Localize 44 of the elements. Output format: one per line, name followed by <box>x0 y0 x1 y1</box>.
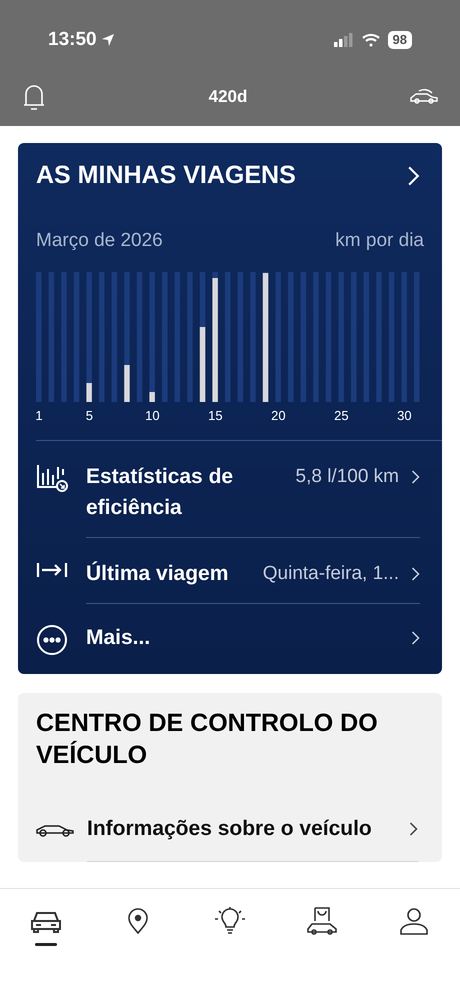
bar-track <box>212 272 218 278</box>
light-bulb-icon <box>214 907 246 935</box>
chevron-right-icon <box>411 469 420 485</box>
month-label: Março de 2026 <box>36 228 163 252</box>
trip-row[interactable]: Mais... <box>36 604 442 674</box>
day-label: 10 <box>145 407 160 425</box>
row-value: Quinta-feira, 1... <box>262 562 399 586</box>
location-arrow-icon <box>100 33 115 48</box>
day-label: 25 <box>334 407 349 425</box>
day-label: 20 <box>271 407 286 425</box>
trip-row[interactable]: Estatísticas de eficiência 5,8 l/100 km <box>36 441 442 538</box>
row-label: Última viagem <box>86 560 230 587</box>
bar-chart-icon <box>36 463 68 493</box>
day-label: 5 <box>86 407 93 425</box>
day-label: 1 <box>35 407 43 425</box>
unit-label: km por dia <box>335 228 424 252</box>
row-label: Mais... <box>86 625 152 651</box>
control-row[interactable]: Informações sobre o veículo <box>36 797 442 862</box>
notification-bell-icon[interactable] <box>22 82 46 110</box>
card-title: AS MINHAS VIAGENS <box>36 160 296 191</box>
person-icon <box>398 907 430 935</box>
day-label: 15 <box>208 407 223 425</box>
battery-indicator: 98 <box>388 31 412 50</box>
arrow-to-line-icon <box>36 560 68 580</box>
row-value: 5,8 l/100 km <box>296 465 399 489</box>
car-side-icon[interactable] <box>410 88 438 106</box>
chevron-right-icon <box>411 566 420 582</box>
chart-bar <box>86 383 92 402</box>
row-label: Estatísticas de eficiência <box>86 464 234 521</box>
more-icon <box>36 624 68 656</box>
chevron-right-icon <box>407 164 420 187</box>
chevron-right-icon <box>409 820 418 837</box>
shopping-bag-car-icon <box>306 907 338 935</box>
day-label: 30 <box>397 407 412 425</box>
wifi-icon <box>362 33 380 48</box>
chart-bar <box>124 365 130 402</box>
chevron-right-icon <box>411 630 420 646</box>
status-time: 13:50 <box>48 28 97 52</box>
vehicle-title: 420d <box>208 86 248 108</box>
chart-bar <box>149 392 155 402</box>
cellular-signal-icon <box>334 33 354 48</box>
row-label: Informações sobre o veículo <box>87 816 372 842</box>
trip-row[interactable]: Última viagem Quinta-feira, 1... <box>36 538 442 604</box>
card-title: CENTRO DE CONTROLO DO VEÍCULO <box>36 708 379 771</box>
